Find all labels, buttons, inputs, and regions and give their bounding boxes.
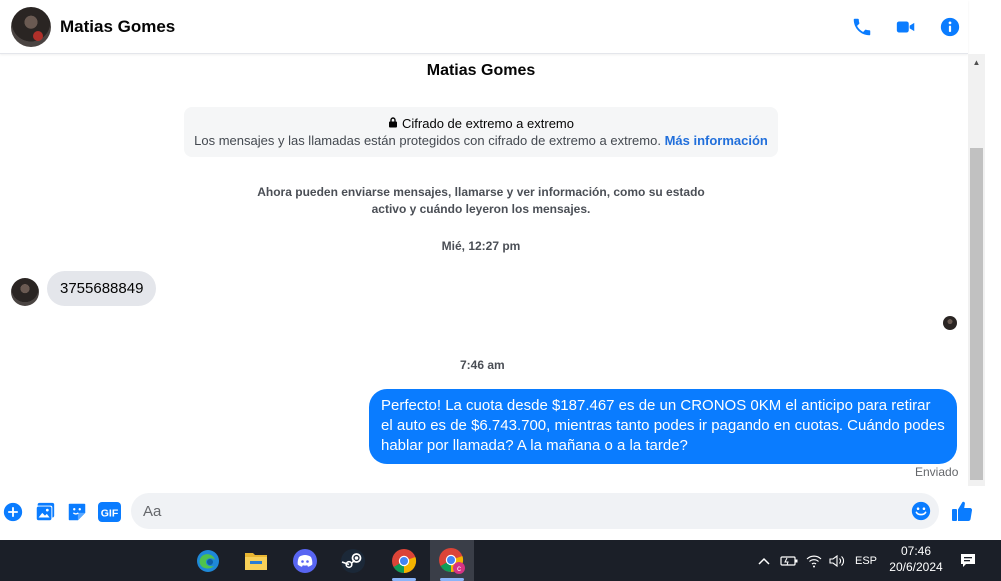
clock[interactable]: 07:46 20/6/2024 <box>883 543 949 575</box>
discord-icon[interactable] <box>283 540 327 581</box>
steam-icon[interactable] <box>331 540 375 581</box>
contact-avatar[interactable] <box>11 6 51 47</box>
gif-label: GIF <box>100 508 118 520</box>
lock-icon <box>388 116 398 131</box>
language-indicator[interactable]: ESP <box>852 540 880 581</box>
image-icon[interactable] <box>33 500 57 524</box>
info-icon[interactable] <box>932 9 968 45</box>
chrome-icon[interactable] <box>382 540 426 581</box>
header-actions <box>844 0 968 54</box>
clock-date: 20/6/2024 <box>889 560 943 574</box>
clock-time: 07:46 <box>900 544 932 558</box>
conversation-header: Matias Gomes <box>0 0 968 54</box>
sticker-icon[interactable] <box>65 500 89 524</box>
video-icon[interactable] <box>888 9 924 45</box>
notice-line-2: activo y cuándo leyeron los mensajes. <box>371 202 591 216</box>
more-info-link[interactable]: Más información <box>665 133 768 148</box>
emoji-icon[interactable] <box>910 500 932 522</box>
read-receipt-avatar <box>943 316 957 330</box>
incoming-message-bubble[interactable]: 3755688849 <box>47 271 157 306</box>
notification-icon[interactable] <box>956 540 980 581</box>
scrollbar-thumb[interactable] <box>970 148 983 480</box>
outgoing-message-bubble[interactable]: Perfecto! La cuota desde $187.467 es de … <box>369 389 957 464</box>
encryption-title: Cifrado de extremo a extremo <box>402 116 574 131</box>
window-edge <box>985 0 1001 540</box>
messenger-window: Matias Gomes Matias Gomes Cifrado de ext… <box>0 0 1001 581</box>
chrome-profile-icon[interactable]: c <box>430 540 474 581</box>
battery-icon[interactable] <box>778 540 800 581</box>
svg-text:c: c <box>457 564 461 573</box>
scroll-up-arrow-icon[interactable]: ▲ <box>968 54 985 71</box>
contact-name[interactable]: Matias Gomes <box>60 17 175 37</box>
encryption-body: Los mensajes y las llamadas están proteg… <box>194 133 661 148</box>
gif-icon[interactable]: GIF <box>97 500 121 524</box>
notice-line-1: Ahora pueden enviarse mensajes, llamarse… <box>257 185 705 199</box>
phone-icon[interactable] <box>844 9 880 45</box>
file-explorer-icon[interactable] <box>234 540 278 581</box>
connection-notice: Ahora pueden enviarse mensajes, llamarse… <box>250 184 712 218</box>
sender-avatar[interactable] <box>11 278 39 306</box>
volume-icon[interactable] <box>826 540 848 581</box>
plus-icon[interactable] <box>1 500 25 524</box>
chevron-up-icon[interactable] <box>754 540 774 581</box>
edge-icon[interactable] <box>186 540 230 581</box>
thumbs-up-icon[interactable] <box>950 498 974 524</box>
timestamp-2-text: 7:46 am <box>460 358 505 372</box>
message-list[interactable]: Matias Gomes Cifrado de extremo a extrem… <box>0 54 968 486</box>
message-composer: GIF <box>0 486 985 540</box>
sent-status: Enviado <box>915 465 959 479</box>
encryption-title-row: Cifrado de extremo a extremo <box>184 116 778 131</box>
timestamp-divider: Mié, 12:27 pm <box>441 239 521 253</box>
windows-taskbar: c ESP 07:46 20/6/2024 <box>0 540 1001 581</box>
message-input[interactable] <box>131 493 939 529</box>
chat-scrollbar[interactable]: ▲ ▼ <box>968 54 985 540</box>
encryption-body-row: Los mensajes y las llamadas están proteg… <box>184 133 778 148</box>
wifi-icon[interactable] <box>803 540 825 581</box>
chat-contact-name: Matias Gomes <box>426 62 536 79</box>
encryption-notice: Cifrado de extremo a extremo Los mensaje… <box>184 107 778 157</box>
